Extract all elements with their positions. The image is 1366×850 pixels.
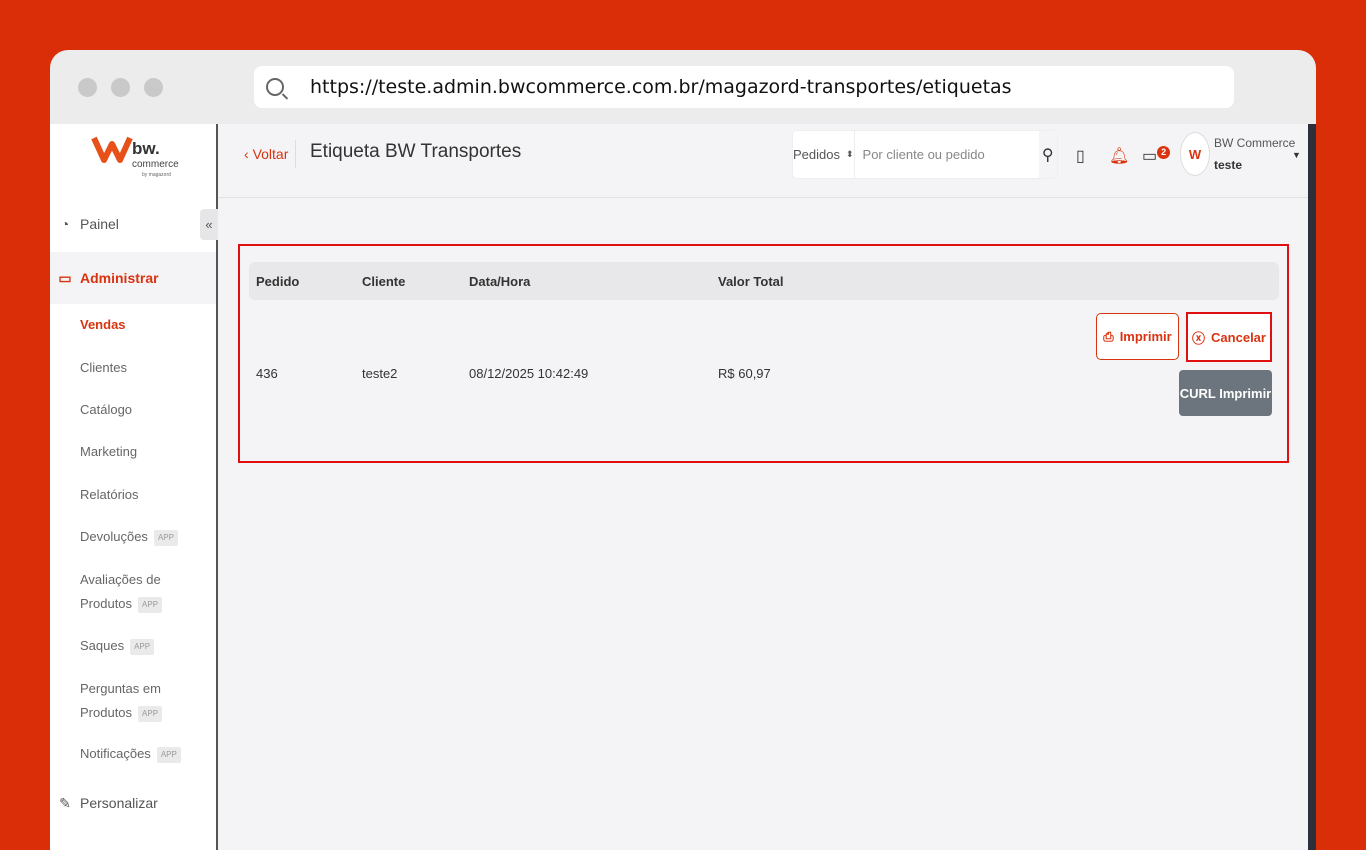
- print-button[interactable]: ⎙ Imprimir: [1096, 313, 1179, 360]
- search-icon: [266, 78, 284, 96]
- cell-cliente: teste2: [362, 366, 398, 381]
- column-header: Valor Total: [718, 274, 784, 289]
- cell-valor: R$ 60,97: [718, 366, 771, 381]
- app-badge: APP: [138, 596, 163, 613]
- avatar: W: [1180, 132, 1210, 176]
- chevron-left-icon: ‹: [244, 146, 253, 162]
- caret-down-icon[interactable]: ▼: [1292, 150, 1301, 160]
- sidebar-sub-notificacoes[interactable]: Notificações APP: [80, 742, 181, 766]
- label: Saques: [80, 638, 125, 653]
- address-bar[interactable]: https://teste.admin.bwcommerce.com.br/ma…: [254, 66, 1234, 108]
- button-label: Imprimir: [1119, 329, 1172, 344]
- label: Notificações: [80, 746, 151, 761]
- app-badge: APP: [130, 638, 155, 655]
- logo-mark-icon: bw. commerce by magazord: [91, 136, 179, 178]
- divider: [295, 140, 296, 168]
- svg-text:commerce: commerce: [132, 159, 179, 170]
- printer-icon: ⎙: [1103, 328, 1114, 344]
- select-value: Pedidos: [793, 147, 840, 162]
- svg-text:bw.: bw.: [132, 139, 160, 158]
- cancel-button[interactable]: ⓧ Cancelar: [1186, 312, 1272, 362]
- sidebar-item-label: Administrar: [80, 270, 159, 286]
- cell-data: 08/12/2025 10:42:49: [469, 366, 589, 381]
- sidebar-sub-relatorios[interactable]: Relatórios: [80, 483, 139, 507]
- label: Avaliações de: [80, 572, 161, 587]
- back-label: Voltar: [252, 146, 289, 162]
- monitor-icon: ▭: [58, 269, 72, 286]
- label: Produtos: [80, 705, 133, 720]
- search-button[interactable]: ⚲: [1038, 131, 1057, 178]
- column-header: Pedido: [256, 274, 300, 289]
- logo[interactable]: bw. commerce by magazord: [90, 130, 190, 182]
- svg-text:by magazord: by magazord: [142, 172, 171, 178]
- bell-icon[interactable]: 🔔︎: [1109, 146, 1129, 166]
- labels-table: Pedido Cliente Data/Hora Valor Total 436…: [238, 244, 1289, 463]
- search-input[interactable]: [854, 131, 1039, 178]
- search-bar: Pedidos ⬍ ⚲: [793, 131, 1057, 178]
- sidebar-sub-marketing[interactable]: Marketing: [80, 440, 137, 464]
- app-badge: APP: [156, 746, 181, 763]
- chat-icon[interactable]: ▭ 2: [1142, 146, 1171, 166]
- pie-chart-icon: ◔: [60, 216, 70, 232]
- sidebar: bw. commerce by magazord « ◔ Painel ▭ Ad…: [50, 124, 218, 850]
- search-icon: ⚲: [1041, 146, 1054, 164]
- sidebar-sub-saques[interactable]: Saques APP: [80, 634, 155, 658]
- scrollbar[interactable]: [1308, 124, 1316, 850]
- url-text: https://teste.admin.bwcommerce.com.br/ma…: [310, 76, 1012, 98]
- sort-arrows-icon: ⬍: [845, 149, 854, 159]
- calendar-icon[interactable]: ▯: [1076, 146, 1085, 166]
- label: Produtos: [80, 596, 133, 611]
- pencil-icon: ✎: [59, 794, 71, 811]
- table-header: Pedido Cliente Data/Hora Valor Total: [249, 262, 1279, 300]
- label: Devoluções: [80, 529, 148, 544]
- window-dot: [78, 78, 97, 97]
- column-header: Data/Hora: [469, 274, 531, 289]
- browser-window: https://teste.admin.bwcommerce.com.br/ma…: [50, 50, 1316, 850]
- user-name: teste: [1214, 158, 1243, 172]
- cell-pedido: 436: [256, 366, 278, 381]
- sidebar-item-label: Personalizar: [80, 795, 158, 811]
- app-badge: APP: [153, 529, 178, 546]
- close-circle-icon: ⓧ: [1192, 330, 1206, 346]
- user-menu[interactable]: W BW Commerce teste: [1180, 132, 1295, 176]
- sidebar-item-painel[interactable]: ◔ Painel: [50, 204, 216, 244]
- sidebar-sub-avaliacoes[interactable]: Avaliações de Produtos APP: [80, 568, 163, 616]
- button-label: Cancelar: [1211, 329, 1266, 345]
- sidebar-item-personalizar[interactable]: ✎ Personalizar: [50, 783, 216, 823]
- top-header: ‹ Voltar Etiqueta BW Transportes Pedidos…: [218, 124, 1316, 198]
- sidebar-item-administrar[interactable]: ▭ Administrar: [50, 252, 216, 304]
- sidebar-sub-clientes[interactable]: Clientes: [80, 356, 127, 380]
- sidebar-sub-catalogo[interactable]: Catálogo: [80, 398, 132, 422]
- app-badge: APP: [138, 705, 163, 722]
- user-company: BW Commerce: [1214, 136, 1296, 150]
- messages-badge: 2: [1157, 146, 1171, 159]
- curl-print-button[interactable]: CURL Imprimir: [1179, 370, 1272, 416]
- app: bw. commerce by magazord « ◔ Painel ▭ Ad…: [50, 124, 1316, 850]
- column-header: Cliente: [362, 274, 406, 289]
- page-title: Etiqueta BW Transportes: [310, 141, 522, 162]
- sidebar-item-label: Painel: [80, 216, 119, 232]
- back-link[interactable]: ‹ Voltar: [244, 146, 288, 162]
- window-dot: [144, 78, 163, 97]
- sidebar-sub-devolucoes[interactable]: Devoluções APP: [80, 525, 178, 549]
- sidebar-sub-perguntas[interactable]: Perguntas em Produtos APP: [80, 677, 163, 725]
- search-type-select[interactable]: Pedidos ⬍: [793, 131, 855, 178]
- sidebar-sub-vendas[interactable]: Vendas: [80, 313, 126, 337]
- window-dot: [111, 78, 130, 97]
- label: Perguntas em: [80, 681, 161, 696]
